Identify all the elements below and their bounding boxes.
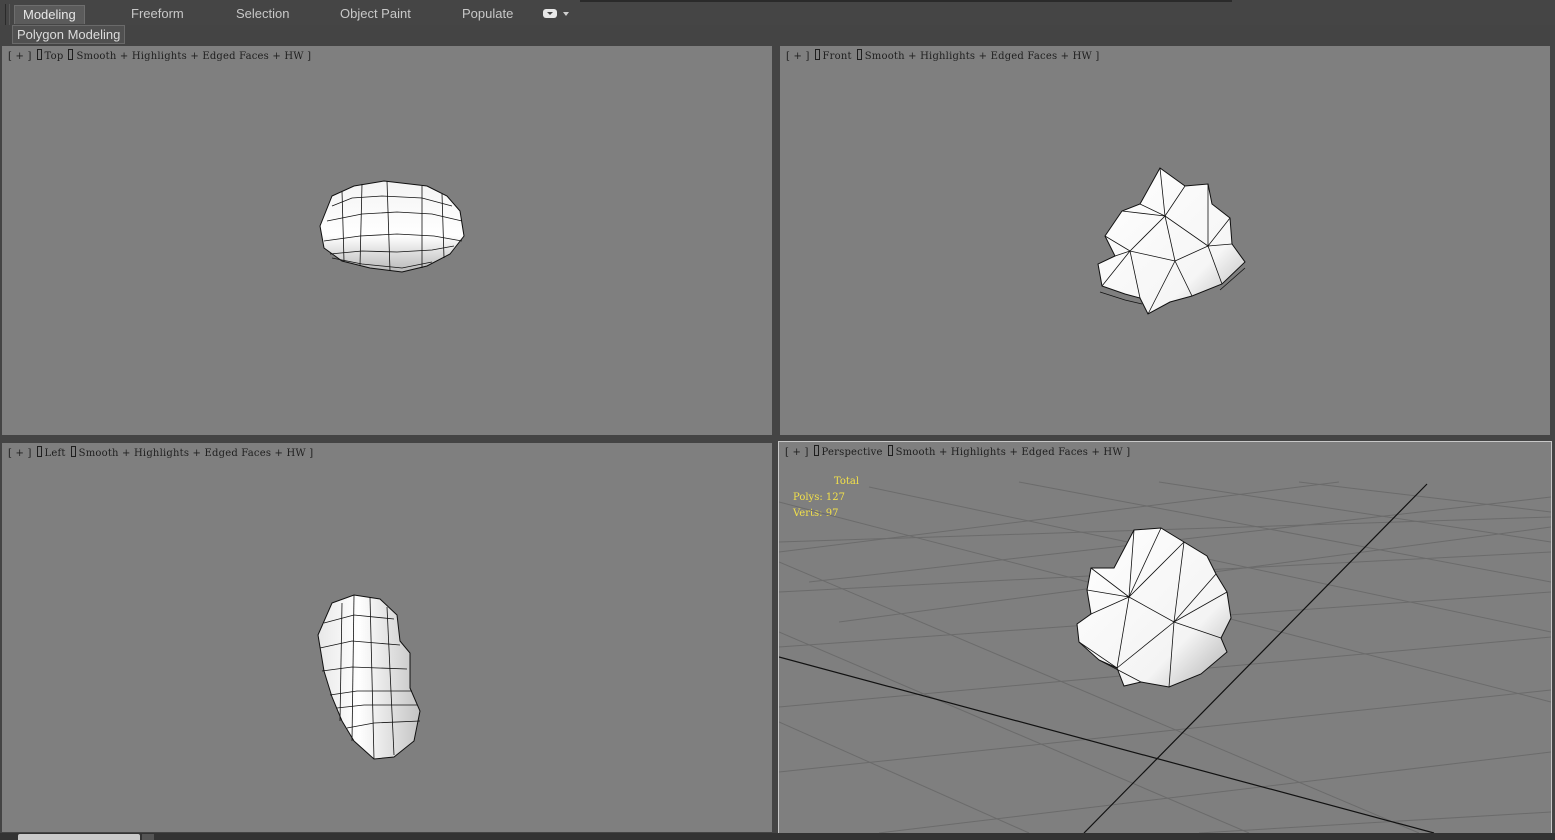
ribbon-divider [580,0,1232,2]
time-slider-next-button[interactable] [142,834,154,840]
ribbon-options-pill [543,9,557,18]
mesh-top-view [319,180,465,273]
tab-selection[interactable]: Selection [236,5,289,23]
viewport-front[interactable]: [ + ] Front Smooth + Highlights + Edged Fa… [780,46,1550,435]
ribbon-options-icon[interactable] [543,8,569,20]
tab-populate[interactable]: Populate [462,5,513,23]
viewport-top[interactable]: [ + ] Top Smooth + Highlights + Edged Face… [2,46,772,435]
tab-modeling[interactable]: Modeling [14,5,85,24]
viewport-left[interactable]: [ + ] Left Smooth + Highlights + Edged Fac… [2,443,772,832]
chevron-down-icon [563,12,569,16]
tab-object-paint[interactable]: Object Paint [340,5,411,23]
viewport-perspective[interactable]: [ + ] Perspective Smooth + Highlights + Ed… [778,441,1552,834]
mesh-left-view [317,594,421,760]
panel-polygon-modeling[interactable]: Polygon Modeling [12,25,126,44]
time-slider-strip [0,833,1555,840]
time-slider-thumb[interactable] [18,834,140,840]
ribbon-tab-bar: Modeling Freeform Selection Object Paint… [0,0,1555,40]
perspective-grid-scene [779,481,1551,833]
ribbon-panel-row: Polygon Modeling [0,25,1555,44]
tab-freeform[interactable]: Freeform [131,5,184,23]
mesh-front-view [1097,167,1246,315]
